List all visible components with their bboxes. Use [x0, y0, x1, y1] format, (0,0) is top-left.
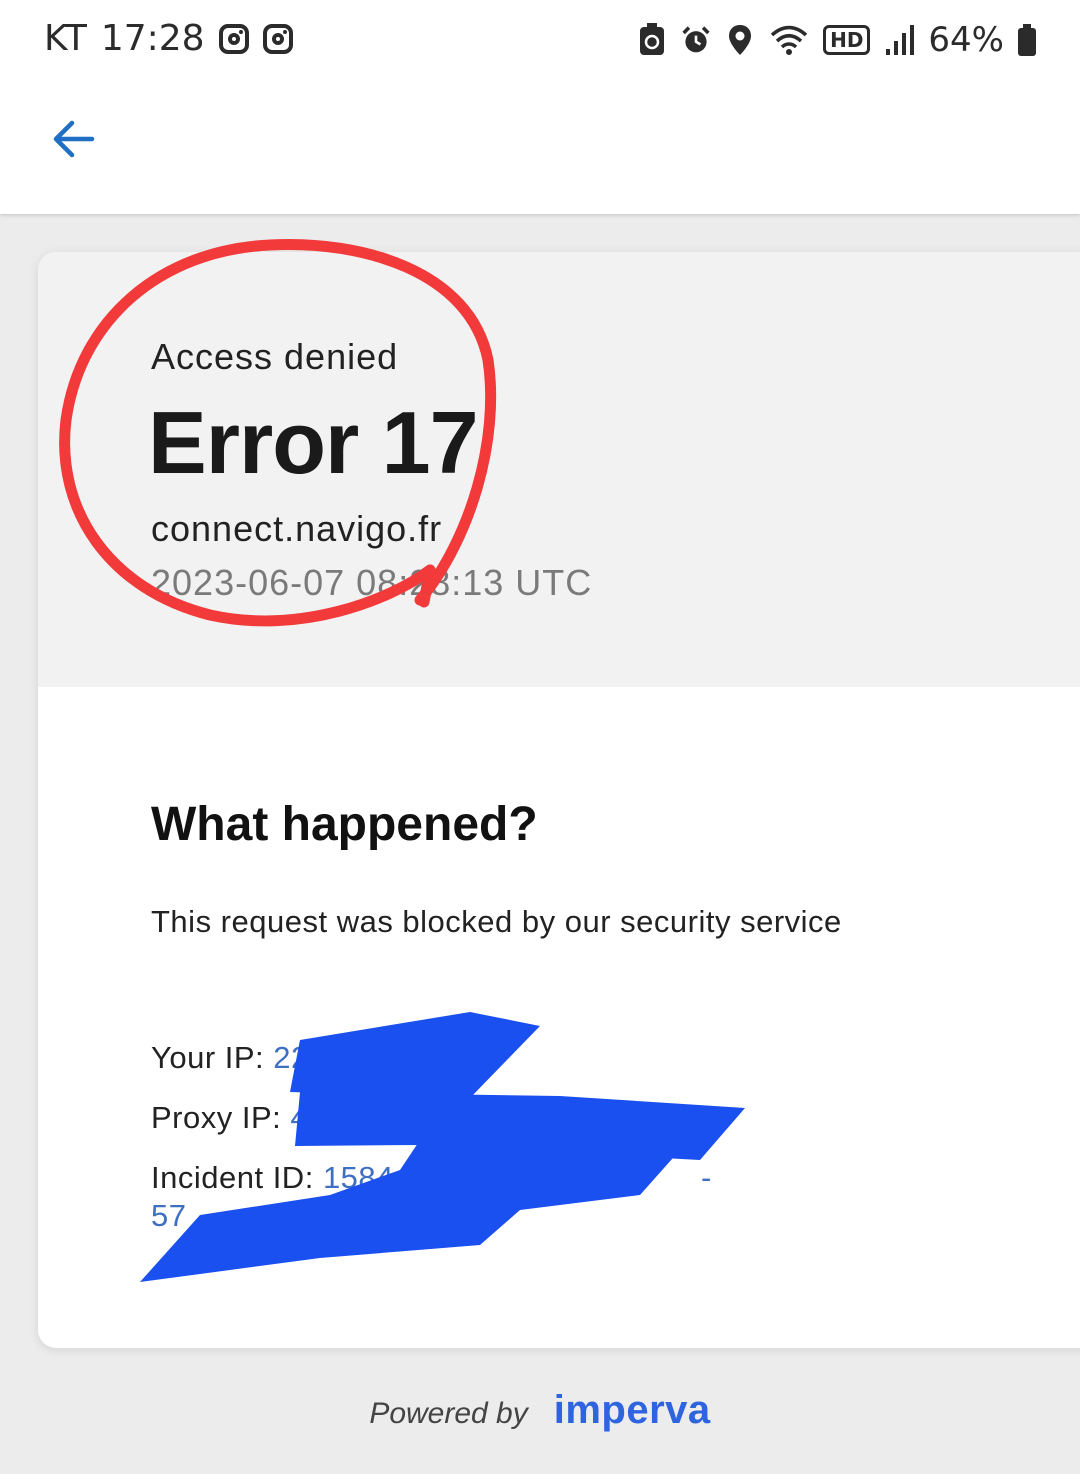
proxy-ip-label: Proxy IP: — [151, 1100, 282, 1135]
status-left: KT 17:28 — [44, 18, 293, 59]
error-header: Access denied Error 17 connect.navigo.fr… — [38, 252, 1080, 687]
footer: Powered by imperva — [0, 1388, 1080, 1433]
instagram-icon — [262, 23, 293, 54]
hd-voice-icon: HD — [823, 25, 871, 55]
incident-id-value-tail: - — [701, 1160, 712, 1195]
location-icon — [729, 25, 752, 55]
carrier-label: KT — [44, 18, 87, 59]
proxy-ip-value: 4 — [290, 1100, 309, 1135]
clock: 17:28 — [100, 18, 205, 59]
battery-percent: 64% — [928, 20, 1004, 60]
error-code: Error 17 — [148, 393, 479, 492]
alarm-icon — [682, 26, 710, 53]
your-ip-value: 22 — [273, 1040, 309, 1075]
wifi-icon — [770, 25, 808, 55]
incident-id-row: Incident ID: 1584 - — [151, 1160, 711, 1196]
status-right: HD 64% — [637, 20, 1036, 60]
domain-label: connect.navigo.fr — [151, 508, 443, 549]
error-card: Access denied Error 17 connect.navigo.fr… — [38, 252, 1080, 1348]
your-ip-label: Your IP: — [151, 1040, 265, 1075]
back-arrow-icon[interactable] — [48, 112, 100, 164]
battery-icon — [1018, 24, 1036, 56]
status-bar: KT 17:28 HD 64% — [0, 0, 1080, 84]
battery-saver-icon — [640, 23, 665, 55]
incident-id-row-2: 57 — [151, 1198, 186, 1234]
incident-id-value: 1584 — [322, 1160, 394, 1195]
powered-by-label: Powered by — [369, 1397, 528, 1430]
incident-id-line-2: 57 — [151, 1198, 187, 1233]
proxy-ip-row: Proxy IP: 4 — [151, 1100, 308, 1136]
instagram-icon — [218, 23, 249, 54]
your-ip-row: Your IP: 22 — [151, 1040, 309, 1076]
signal-icon — [886, 25, 915, 55]
incident-id-label: Incident ID: — [151, 1160, 314, 1195]
access-denied-label: Access denied — [151, 336, 399, 377]
timestamp-label: 2023-06-07 08:28:13 UTC — [151, 562, 593, 603]
what-happened-title: What happened? — [151, 798, 538, 851]
what-happened-description: This request was blocked by our security… — [151, 904, 842, 939]
imperva-logo[interactable]: imperva — [554, 1388, 711, 1433]
app-bar — [0, 84, 1080, 214]
